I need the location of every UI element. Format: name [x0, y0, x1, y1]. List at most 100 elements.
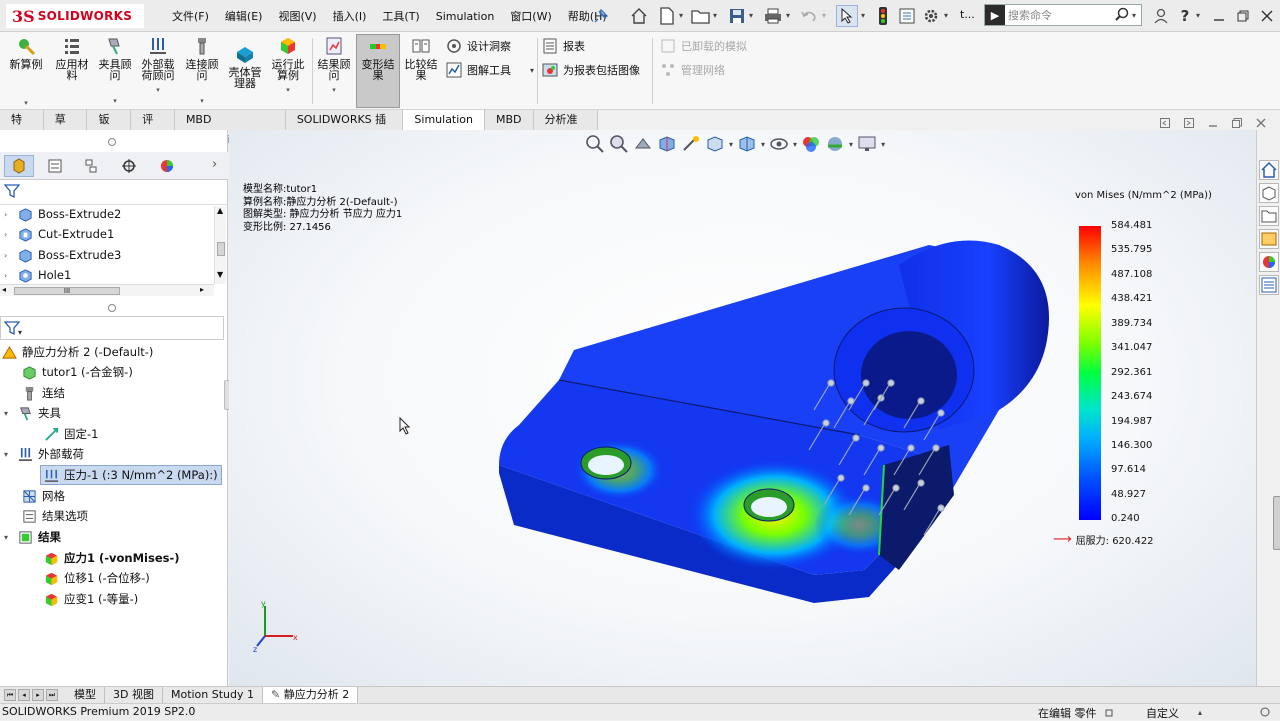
- external-loads-advisor-button[interactable]: 外部载荷顾问 ▾: [140, 36, 176, 96]
- new-study-button[interactable]: 新算例 ▾: [8, 36, 44, 109]
- feature-tree-item[interactable]: › Boss-Extrude2: [4, 204, 121, 224]
- view-settings-dropdown-icon[interactable]: ▾: [881, 140, 885, 149]
- user-icon[interactable]: [1150, 5, 1172, 27]
- save-icon[interactable]: [726, 5, 748, 27]
- hide-show-items-icon[interactable]: [769, 134, 789, 154]
- run-study-button[interactable]: 运行此算例 ▾: [270, 36, 306, 96]
- view-orientation-dropdown-icon[interactable]: ▾: [729, 140, 733, 149]
- plot-tools-dropdown-icon[interactable]: ▾: [530, 66, 534, 75]
- bottom-tab-static-study[interactable]: ✎ 静应力分析 2: [263, 687, 359, 703]
- zoom-to-fit-icon[interactable]: [585, 134, 605, 154]
- previous-view-icon[interactable]: [633, 134, 653, 154]
- fixtures-advisor-button[interactable]: 夹具顾问 ▾: [97, 36, 133, 107]
- save-dropdown-icon[interactable]: ▾: [749, 11, 753, 20]
- solidworks-logo[interactable]: 3S SOLIDWORKS: [6, 4, 144, 28]
- restore-icon[interactable]: [1232, 5, 1254, 27]
- bottom-tab-motion-study[interactable]: Motion Study 1: [163, 687, 264, 703]
- hide-show-dropdown-icon[interactable]: ▾: [793, 140, 797, 149]
- edit-appearance-icon[interactable]: [801, 134, 821, 154]
- help-icon[interactable]: ?: [1174, 5, 1196, 27]
- menu-view[interactable]: 视图(V): [270, 8, 324, 24]
- undo-dropdown-icon[interactable]: ▾: [822, 11, 826, 20]
- custom-properties-icon[interactable]: [1259, 275, 1279, 295]
- select-cursor-icon[interactable]: [836, 5, 858, 27]
- view-orientation-icon[interactable]: [705, 134, 725, 154]
- dynamic-annotation-icon[interactable]: [681, 134, 701, 154]
- feature-tree-hscrollbar[interactable]: ◂ III ▸: [0, 284, 214, 296]
- external-loads-node[interactable]: ▾ 外部载荷: [4, 444, 84, 464]
- tab-analysis-preparation[interactable]: 分析准备: [533, 110, 598, 146]
- expand-arrow-icon[interactable]: ›: [4, 251, 14, 260]
- filter-icon[interactable]: ▾: [3, 320, 22, 339]
- bottom-tab-3d-view[interactable]: 3D 视图: [105, 687, 163, 703]
- doc-restore-icon[interactable]: [1232, 118, 1242, 128]
- feature-manager-tab-icon[interactable]: [4, 155, 34, 177]
- menu-file[interactable]: 文件(F): [164, 8, 217, 24]
- include-image-for-report-button[interactable]: 为报表包括图像: [542, 62, 640, 78]
- search-input[interactable]: 搜索命令: [1008, 7, 1052, 23]
- feature-tree-item[interactable]: › Cut-Extrude1: [4, 224, 114, 244]
- bottom-tab-model[interactable]: 模型: [66, 687, 105, 703]
- strain-plot-item[interactable]: 应变1 (-等量-): [44, 589, 138, 609]
- connections-dropdown-icon[interactable]: ▾: [200, 96, 204, 107]
- external-loads-dropdown-icon[interactable]: ▾: [156, 85, 160, 96]
- compare-results-button[interactable]: 比较结果: [403, 36, 439, 81]
- part-node[interactable]: tutor1 (-合金钢-): [22, 362, 133, 382]
- apply-material-button[interactable]: 应用材料: [54, 36, 90, 81]
- expand-arrow-icon[interactable]: ›: [4, 271, 14, 280]
- first-tab-icon[interactable]: ⏮: [4, 689, 16, 701]
- fixtures-node[interactable]: ▾ 夹具: [4, 403, 61, 423]
- tab-features[interactable]: 特征: [0, 110, 44, 146]
- displacement-plot-item[interactable]: 位移1 (-合位移-): [44, 568, 150, 588]
- home-icon[interactable]: [628, 5, 650, 27]
- collapse-arrow-icon[interactable]: ▾: [4, 409, 14, 418]
- unit-system-dropdown-icon[interactable]: ▴: [1198, 708, 1202, 717]
- search-icon[interactable]: [1115, 7, 1129, 24]
- scroll-up-icon[interactable]: ▲: [217, 206, 223, 215]
- view-settings-monitor-icon[interactable]: [857, 134, 877, 154]
- filter-icon[interactable]: [3, 183, 21, 202]
- mesh-node[interactable]: 网格: [22, 486, 65, 506]
- search-dropdown-icon[interactable]: ▾: [1132, 11, 1136, 20]
- close-icon[interactable]: [1256, 5, 1278, 27]
- results-advisor-button[interactable]: 结果顾问 ▾: [316, 36, 352, 96]
- tab-sketch[interactable]: 草图: [43, 110, 88, 146]
- undo-icon[interactable]: [798, 5, 820, 27]
- new-study-dropdown-icon[interactable]: ▾: [24, 98, 28, 109]
- fixtures-dropdown-icon[interactable]: ▾: [113, 96, 117, 107]
- feature-tree-vscrollbar[interactable]: ▲ ▼: [214, 206, 226, 284]
- design-library-icon[interactable]: [1259, 183, 1279, 203]
- print-dropdown-icon[interactable]: ▾: [786, 11, 790, 20]
- design-insight-button[interactable]: 设计洞察: [446, 38, 511, 54]
- manage-network-button[interactable]: 管理网络: [660, 62, 725, 78]
- rebuild-traffic-light-icon[interactable]: [872, 5, 894, 27]
- minimize-icon[interactable]: [1208, 5, 1230, 27]
- task-pane-resize-handle[interactable]: [1273, 496, 1280, 550]
- display-style-dropdown-icon[interactable]: ▾: [761, 140, 765, 149]
- display-manager-tab-icon[interactable]: [152, 155, 182, 177]
- doc-close-icon[interactable]: [1256, 118, 1266, 128]
- study-node[interactable]: 静应力分析 2 (-Default-): [2, 342, 153, 362]
- pressure-load-item[interactable]: 压力-1 (:3 N/mm^2 (MPa):): [40, 465, 222, 485]
- plot-tools-button[interactable]: 图解工具 ▾: [446, 62, 534, 78]
- search-scope-icon[interactable]: ▶: [985, 5, 1005, 25]
- search-commands-box[interactable]: ▶ 搜索命令 ▾: [984, 4, 1142, 26]
- tab-mbd-dimensions[interactable]: MBD Dimensions: [174, 110, 286, 146]
- feature-tree-item[interactable]: › Hole1: [4, 265, 71, 285]
- help-dropdown-icon[interactable]: ▾: [1196, 11, 1200, 20]
- tab-sheet-metal[interactable]: 钣金: [87, 110, 132, 146]
- file-explorer-icon[interactable]: [1259, 206, 1279, 226]
- new-doc-icon[interactable]: [656, 5, 678, 27]
- new-dropdown-icon[interactable]: ▾: [679, 11, 683, 20]
- zoom-to-area-icon[interactable]: [609, 134, 629, 154]
- menu-simulation[interactable]: Simulation: [428, 10, 503, 23]
- deformed-result-button[interactable]: 变形结果: [360, 36, 396, 81]
- status-info-icon[interactable]: [1104, 708, 1114, 721]
- solidworks-resources-home-icon[interactable]: [1259, 160, 1279, 180]
- open-dropdown-icon[interactable]: ▾: [713, 11, 717, 20]
- open-folder-icon[interactable]: [690, 5, 712, 27]
- options-gear-icon[interactable]: [920, 5, 942, 27]
- collapse-arrow-icon[interactable]: ▾: [4, 533, 14, 542]
- scroll-thumb[interactable]: [217, 242, 225, 256]
- tab-solidworks-addins[interactable]: SOLIDWORKS 插件: [285, 110, 404, 146]
